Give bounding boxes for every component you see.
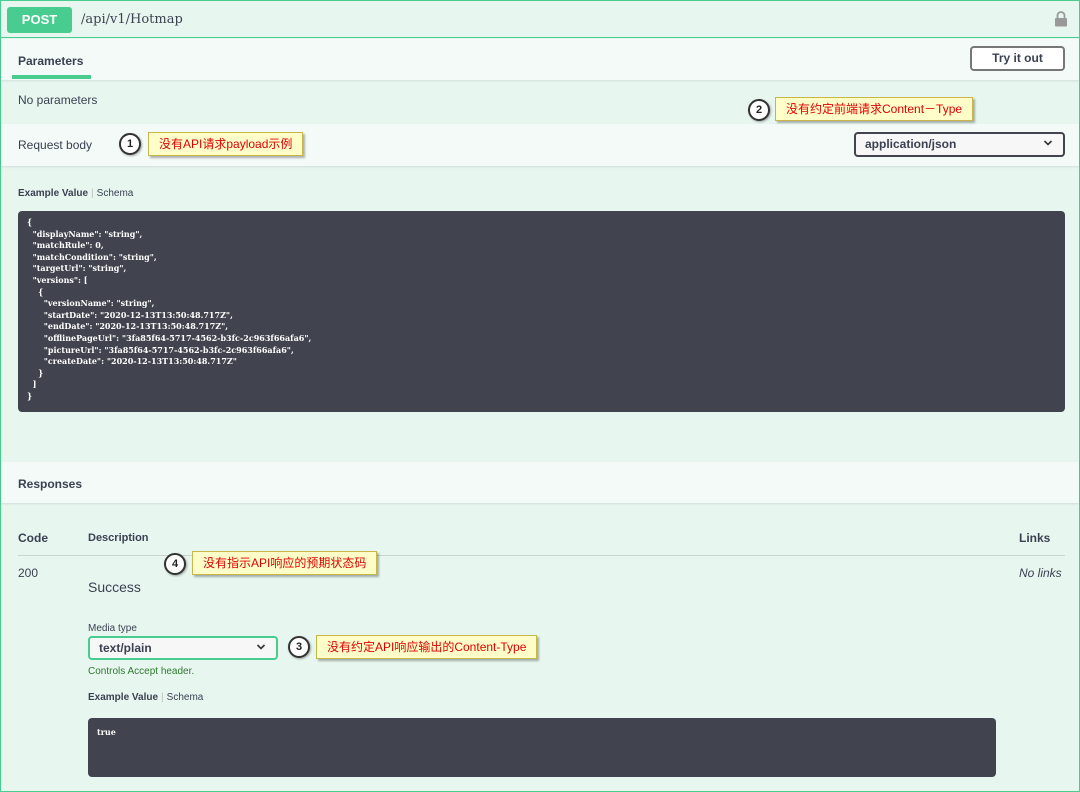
col-description: Description — [88, 532, 149, 544]
code-line: "targetUrl": "string", — [27, 263, 127, 274]
code-line: } — [27, 367, 44, 378]
lock-icon[interactable] — [1054, 11, 1068, 27]
code-line: "matchRule": 0, — [27, 240, 104, 251]
tab-parameters[interactable]: Parameters — [18, 54, 83, 68]
controls-accept-text: Controls Accept header. — [88, 666, 195, 677]
col-links: Links — [1019, 531, 1051, 545]
no-parameters-text: No parameters — [18, 93, 98, 107]
media-type-label: Media type — [88, 623, 137, 634]
response-schema-tab[interactable]: Schema — [167, 692, 204, 703]
response-example-code: true — [88, 718, 996, 777]
col-code: Code — [18, 531, 48, 545]
tab-underline — [12, 75, 91, 79]
response-example-value-tab[interactable]: Example Value — [88, 692, 158, 703]
example-schema-tabs: Example Value | Schema — [18, 188, 133, 199]
method-badge: POST — [7, 7, 72, 33]
callout-note-4: 没有指示API响应的预期状态码 — [192, 551, 378, 575]
code-line: "startDate": "2020-12-13T13:50:48.717Z", — [27, 309, 233, 320]
callout-number-4: 4 — [164, 553, 186, 575]
request-example-code: { "displayName": "string", "matchRule": … — [18, 211, 1065, 412]
response-links: No links — [1019, 566, 1062, 580]
response-example-schema-tabs: Example Value | Schema — [88, 692, 203, 703]
request-body-label: Request body — [18, 138, 93, 152]
tab-separator: | — [91, 188, 94, 199]
code-line: "offlinePageUrl": "3fa85f64-5717-4562-b3… — [27, 332, 312, 343]
operation-summary[interactable]: POST /api/v1/Hotmap — [1, 1, 1079, 38]
response-media-type-value: text/plain — [99, 641, 152, 655]
code-line: "matchCondition": "string", — [27, 251, 157, 262]
code-line: "versions": [ — [27, 274, 88, 285]
code-line: } — [27, 390, 33, 401]
response-media-type-select[interactable]: text/plain — [88, 636, 278, 660]
response-code: 200 — [18, 566, 39, 580]
try-it-out-button[interactable]: Try it out — [970, 46, 1065, 71]
endpoint-path: /api/v1/Hotmap — [81, 12, 183, 27]
tab-separator: | — [161, 692, 164, 703]
responses-title: Responses — [18, 477, 83, 491]
schema-tab[interactable]: Schema — [97, 188, 134, 199]
chevron-down-icon — [256, 644, 266, 650]
callout-number-1: 1 — [119, 133, 141, 155]
code-line: { — [27, 217, 33, 227]
request-content-type-value: application/json — [865, 137, 957, 151]
code-line: "createDate": "2020-12-13T13:50:48.717Z" — [27, 356, 237, 367]
code-line: { — [27, 286, 44, 297]
code-line: "displayName": "string", — [27, 228, 143, 239]
code-line: "pictureUrl": "3fa85f64-5717-4562-b3fc-2… — [27, 344, 294, 355]
callout-number-3: 3 — [288, 636, 310, 658]
callout-note-1: 没有API请求payload示例 — [148, 132, 304, 156]
code-line: "versionName": "string", — [27, 298, 155, 309]
request-content-type-select[interactable]: application/json — [854, 132, 1065, 157]
code-line: "endDate": "2020-12-13T13:50:48.717Z", — [27, 321, 229, 332]
responses-header: Responses — [1, 462, 1079, 503]
callout-note-2: 没有约定前端请求Content－Type — [775, 97, 974, 121]
chevron-down-icon — [1043, 140, 1053, 146]
callout-note-3: 没有约定API响应输出的Content-Type — [316, 635, 538, 659]
response-description: Success — [88, 579, 141, 595]
code-line: ] — [27, 379, 37, 390]
callout-number-2: 2 — [748, 99, 770, 121]
parameters-header: Parameters — [1, 39, 1079, 80]
example-value-tab[interactable]: Example Value — [18, 188, 88, 199]
